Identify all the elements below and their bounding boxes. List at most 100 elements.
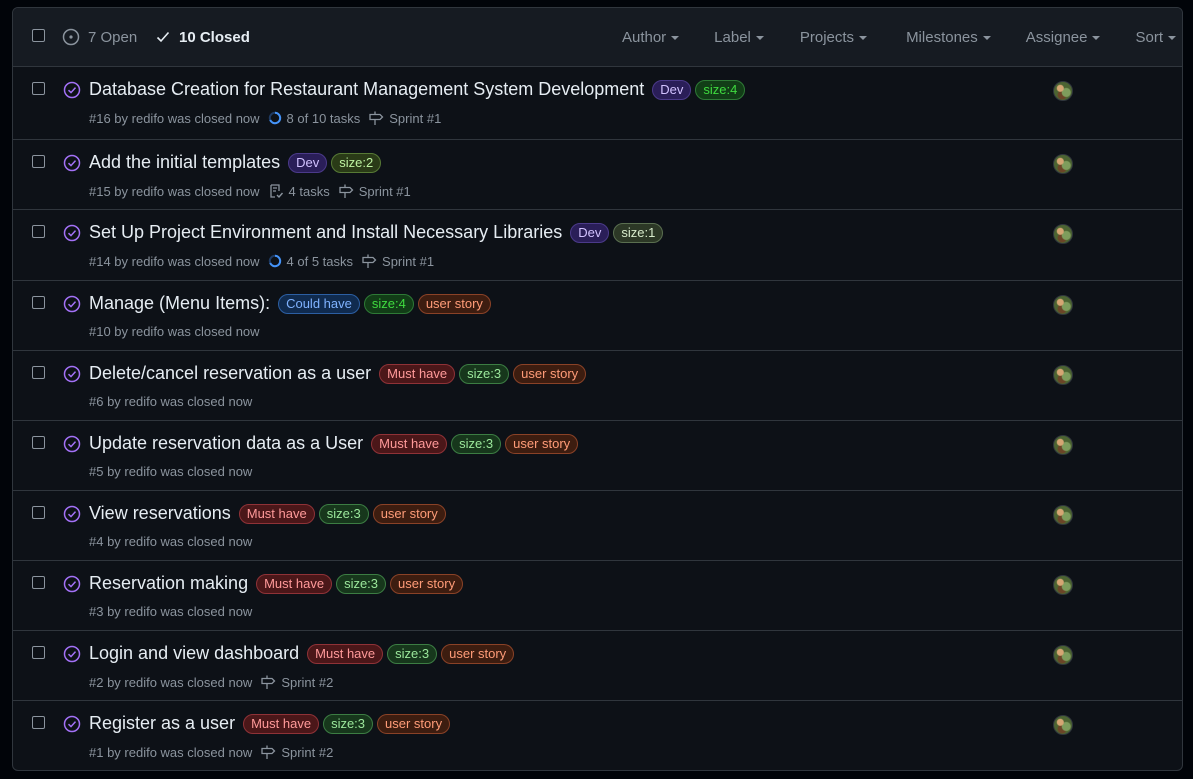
issue-title-line: Delete/cancel reservation as a user Must …: [89, 363, 587, 384]
issue-meta-text: #6 by redifo was closed now: [89, 394, 253, 409]
assignee-avatar[interactable]: [1053, 505, 1073, 525]
milestones-filter[interactable]: Milestones: [906, 29, 991, 46]
issue-label[interactable]: size:2: [331, 152, 382, 173]
issue-meta-text: #4 by redifo was closed now: [89, 534, 253, 549]
issue-checkbox[interactable]: [32, 225, 45, 238]
task-progress-text: 4 tasks: [288, 183, 330, 199]
milestone-link[interactable]: Sprint #1: [361, 253, 434, 269]
assignee-avatar[interactable]: [1053, 154, 1073, 174]
task-progress: 4 tasks: [268, 183, 330, 199]
assignee-avatar[interactable]: [1053, 715, 1073, 735]
issue-label[interactable]: size:4: [363, 293, 414, 314]
issue-title-line: Reservation making Must have size:3 user st…: [89, 573, 464, 594]
issue-label[interactable]: Dev: [570, 222, 610, 243]
issue-title-line: View reservations Must have size:3 user sto…: [89, 503, 446, 524]
issue-status: [63, 295, 81, 318]
issue-label[interactable]: Must have: [243, 713, 320, 734]
label-filter[interactable]: Label: [714, 29, 764, 46]
issue-label[interactable]: Must have: [256, 573, 333, 594]
issue-closed-icon: [63, 645, 81, 663]
issue-label[interactable]: Must have: [371, 433, 448, 454]
issue-label[interactable]: size:3: [459, 363, 510, 384]
issue-checkbox[interactable]: [32, 576, 45, 589]
issue-title-link[interactable]: Manage (Menu Items):: [89, 293, 270, 314]
issue-label[interactable]: Must have: [379, 363, 456, 384]
issue-label[interactable]: size:4: [695, 79, 746, 100]
issue-meta: #2 by redifo was closed now Sprint #2: [89, 674, 333, 690]
issue-checkbox[interactable]: [32, 155, 45, 168]
issue-title-link[interactable]: Delete/cancel reservation as a user: [89, 363, 371, 384]
issue-checkbox[interactable]: [32, 366, 45, 379]
issue-meta: #1 by redifo was closed now Sprint #2: [89, 744, 333, 760]
issue-label[interactable]: user story: [505, 433, 579, 454]
issue-meta: #5 by redifo was closed now: [89, 464, 252, 479]
issue-title-link[interactable]: Register as a user: [89, 713, 235, 734]
milestone-link[interactable]: Sprint #2: [260, 674, 333, 690]
issue-label[interactable]: user story: [390, 573, 464, 594]
select-all-checkbox[interactable]: [32, 29, 45, 42]
issue-closed-icon: [63, 575, 81, 593]
open-issues-tab[interactable]: 7 Open: [62, 8, 137, 66]
assignee-avatar[interactable]: [1053, 645, 1073, 665]
closed-issues-label: 10 Closed: [179, 28, 250, 46]
issue-label[interactable]: size:3: [387, 643, 438, 664]
issue-row: Login and view dashboard Must have size:3 u…: [13, 631, 1182, 701]
issue-status: [63, 224, 81, 247]
issue-title-link[interactable]: Update reservation data as a User: [89, 433, 363, 454]
issue-title-link[interactable]: Add the initial templates: [89, 152, 280, 173]
milestone-link[interactable]: Sprint #1: [338, 183, 411, 199]
assignee-avatar[interactable]: [1053, 81, 1073, 101]
issue-label[interactable]: user story: [513, 363, 587, 384]
issue-label[interactable]: Must have: [238, 503, 315, 524]
issue-status: [63, 505, 81, 528]
assignee-filter[interactable]: Assignee: [1026, 29, 1101, 46]
caret-down-icon: [982, 36, 991, 40]
milestone-icon: [362, 254, 377, 268]
issue-checkbox[interactable]: [32, 82, 45, 95]
assignee-avatar[interactable]: [1053, 224, 1073, 244]
author-filter[interactable]: Author: [622, 29, 680, 46]
projects-filter[interactable]: Projects: [800, 29, 868, 46]
issue-checkbox[interactable]: [32, 436, 45, 449]
issue-title-line: Update reservation data as a User Must ha…: [89, 433, 579, 454]
issue-checkbox[interactable]: [32, 646, 45, 659]
issue-row: Delete/cancel reservation as a user Must …: [13, 351, 1182, 421]
issue-label[interactable]: user story: [377, 713, 451, 734]
issue-title-link[interactable]: Reservation making: [89, 573, 248, 594]
assignee-avatar[interactable]: [1053, 295, 1073, 315]
issue-title-link[interactable]: Set Up Project Environment and Install N…: [89, 222, 562, 243]
issue-label[interactable]: user story: [441, 643, 515, 664]
issue-title-link[interactable]: Database Creation for Restaurant Managem…: [89, 79, 644, 100]
milestone-link[interactable]: Sprint #1: [368, 110, 441, 126]
issue-label[interactable]: size:3: [318, 503, 369, 524]
issue-label[interactable]: size:1: [613, 222, 664, 243]
issue-title-line: Manage (Menu Items): Could have size:4 user…: [89, 293, 491, 314]
milestone-link[interactable]: Sprint #2: [260, 744, 333, 760]
issue-status: [63, 715, 81, 738]
issue-closed-icon: [63, 154, 81, 172]
issue-label[interactable]: Could have: [278, 293, 360, 314]
issue-label[interactable]: Must have: [307, 643, 384, 664]
issue-label[interactable]: Dev: [288, 152, 328, 173]
issue-closed-icon: [63, 365, 81, 383]
issue-label[interactable]: user story: [417, 293, 491, 314]
assignee-avatar[interactable]: [1053, 435, 1073, 455]
issue-label[interactable]: size:3: [323, 713, 374, 734]
issue-label[interactable]: Dev: [652, 79, 692, 100]
issue-label[interactable]: size:3: [451, 433, 502, 454]
assignee-filter-label: Assignee: [1025, 28, 1088, 46]
issue-row: Update reservation data as a User Must ha…: [13, 421, 1182, 491]
issue-title-link[interactable]: Login and view dashboard: [89, 643, 299, 664]
issue-status: [63, 81, 81, 104]
issue-title-line: Login and view dashboard Must have size:3 u…: [89, 643, 515, 664]
issue-label[interactable]: size:3: [336, 573, 387, 594]
assignee-avatar[interactable]: [1053, 365, 1073, 385]
sort-filter[interactable]: Sort: [1135, 29, 1176, 46]
issue-checkbox[interactable]: [32, 296, 45, 309]
issue-checkbox[interactable]: [32, 506, 45, 519]
issue-title-link[interactable]: View reservations: [89, 503, 231, 524]
assignee-avatar[interactable]: [1053, 575, 1073, 595]
issue-checkbox[interactable]: [32, 716, 45, 729]
closed-issues-tab[interactable]: 10 Closed: [155, 8, 250, 66]
issue-label[interactable]: user story: [372, 503, 446, 524]
